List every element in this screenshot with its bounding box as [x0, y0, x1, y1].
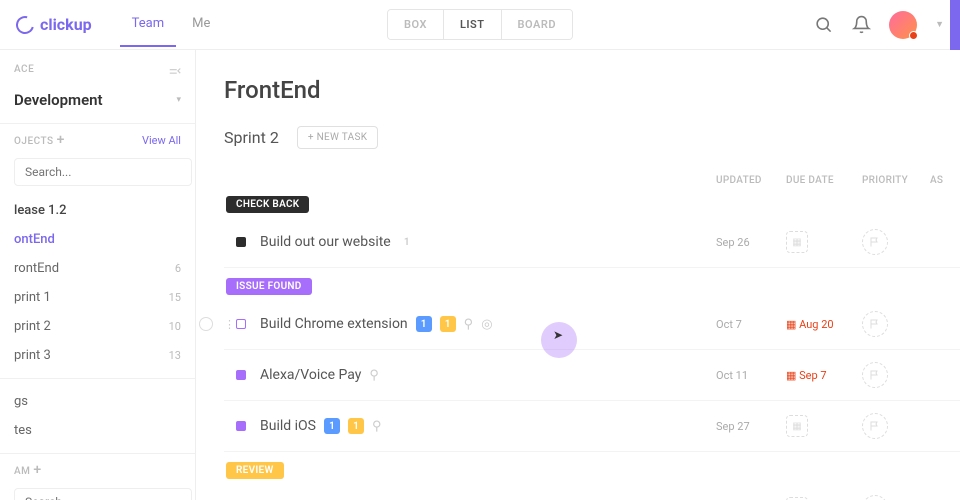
attachment-icon[interactable]: ⚲	[372, 419, 382, 434]
task-radio[interactable]	[199, 317, 213, 331]
chevron-down-icon[interactable]: ▼	[935, 19, 944, 30]
task-row[interactable]: ⋮⋮ Build out our website 1 Sep 26 ▦	[224, 217, 960, 268]
tab-team[interactable]: Team	[120, 2, 177, 47]
space-name: Development	[14, 91, 103, 109]
task-name[interactable]: Alexa/Voice Pay ⚲	[260, 367, 716, 383]
due-date-empty-icon[interactable]: ▦	[786, 231, 808, 253]
col-assignee[interactable]: AS	[930, 175, 960, 186]
sidebar-item-extra[interactable]: gs	[0, 387, 195, 416]
view-box[interactable]: BOX	[388, 10, 443, 39]
space-selector[interactable]: Development ▾	[0, 85, 195, 115]
page-title: FrontEnd	[224, 76, 960, 104]
column-headers: UPDATED DUE DATE PRIORITY AS	[224, 175, 960, 186]
task-name[interactable]: Build Chrome extension 11⚲◎	[260, 316, 716, 332]
header-actions: ▼	[813, 11, 944, 39]
status-pill[interactable]: REVIEW	[226, 462, 284, 479]
attachment-icon[interactable]: ⚲	[464, 317, 474, 332]
task-name[interactable]: Build iOS 11⚲	[260, 418, 716, 434]
search-icon[interactable]	[813, 15, 833, 35]
sidebar-item[interactable]: print 115	[0, 283, 195, 312]
task-row[interactable]: ⋮⋮ Build iOS 11⚲ Sep 27 ▦	[224, 401, 960, 452]
task-badge: 1	[399, 234, 415, 250]
logo-icon	[13, 12, 38, 37]
am-heading: AM +	[14, 462, 42, 478]
priority-flag-icon[interactable]	[862, 311, 888, 337]
drag-handle-icon[interactable]: ⋮⋮	[224, 318, 232, 331]
top-header: clickup Team Me BOX LIST BOARD ▼	[0, 0, 960, 50]
task-updated: Oct 7	[716, 318, 786, 331]
task-badge: 1	[440, 316, 456, 332]
add-project-icon[interactable]: +	[57, 132, 65, 148]
space-label: ACE	[14, 64, 181, 75]
app-name: clickup	[40, 15, 92, 34]
sidebar-item-release[interactable]: lease 1.2	[0, 196, 195, 225]
task-badge: 1	[416, 316, 432, 332]
task-badge: 1	[324, 418, 340, 434]
sidebar-item-extra[interactable]: tes	[0, 416, 195, 445]
col-updated[interactable]: UPDATED	[716, 175, 786, 186]
app-logo[interactable]: clickup	[16, 15, 92, 34]
new-task-button[interactable]: + NEW TASK	[297, 126, 378, 149]
task-updated: Sep 26	[716, 236, 786, 249]
due-date-empty-icon[interactable]: ▦	[786, 415, 808, 437]
priority-flag-icon[interactable]	[862, 495, 888, 500]
status-pill[interactable]: ISSUE FOUND	[226, 278, 312, 295]
nav-tabs: Team Me	[120, 2, 223, 47]
col-due[interactable]: DUE DATE	[786, 175, 862, 186]
add-item-icon[interactable]: +	[33, 462, 41, 478]
sidebar-item[interactable]: print 210	[0, 312, 195, 341]
task-row[interactable]: ⋮⋮ Alexa/Voice Pay ⚲ Oct 11 ▦ Sep 7	[224, 350, 960, 401]
priority-flag-icon[interactable]	[862, 362, 888, 388]
sidebar-item-frontend[interactable]: ontEnd	[0, 225, 195, 254]
task-name[interactable]: Build out our website 1	[260, 234, 716, 250]
due-date[interactable]: ▦ Aug 20	[786, 318, 834, 331]
priority-flag-icon[interactable]	[862, 229, 888, 255]
user-avatar[interactable]	[889, 11, 917, 39]
status-square-icon[interactable]	[236, 319, 246, 329]
tag-icon[interactable]: ◎	[481, 317, 492, 332]
task-row[interactable]: ⋮⋮ Build Chrome extension 11⚲◎ Oct 7 ▦ A…	[224, 299, 960, 350]
priority-flag-icon[interactable]	[862, 413, 888, 439]
sidebar-item[interactable]: rontEnd6	[0, 254, 195, 283]
chevron-down-icon: ▾	[176, 95, 181, 105]
main-content: FrontEnd Sprint 2 + NEW TASK UPDATED DUE…	[196, 50, 960, 500]
task-updated: Sep 27	[716, 420, 786, 433]
tab-me[interactable]: Me	[180, 2, 222, 47]
task-badge: 1	[348, 418, 364, 434]
view-board[interactable]: BOARD	[501, 10, 572, 39]
accent-bar	[950, 0, 960, 50]
view-all-link[interactable]: View All	[142, 134, 181, 147]
due-date[interactable]: ▦ Sep 7	[786, 369, 827, 382]
task-updated: Oct 11	[716, 369, 786, 382]
col-priority[interactable]: PRIORITY	[862, 175, 930, 186]
notification-dot-icon	[909, 31, 918, 40]
status-pill[interactable]: CHECK BACK	[226, 196, 309, 213]
task-row[interactable]: ⋮⋮ Zapier API Hooks ⚲ Aug 31 ▦	[224, 483, 960, 500]
sidebar-collapse-icon[interactable]	[165, 62, 185, 82]
bell-icon[interactable]	[851, 15, 871, 35]
view-list[interactable]: LIST	[443, 10, 501, 39]
search-input[interactable]	[14, 488, 192, 500]
attachment-icon[interactable]: ⚲	[369, 368, 379, 383]
project-search-input[interactable]	[14, 158, 192, 186]
view-switcher: BOX LIST BOARD	[387, 9, 573, 40]
projects-heading: OJECTS +	[14, 132, 65, 148]
sprint-name: Sprint 2	[224, 128, 279, 147]
sidebar: ACE Development ▾ OJECTS + View All leas…	[0, 50, 196, 500]
sidebar-item[interactable]: print 313	[0, 341, 195, 370]
